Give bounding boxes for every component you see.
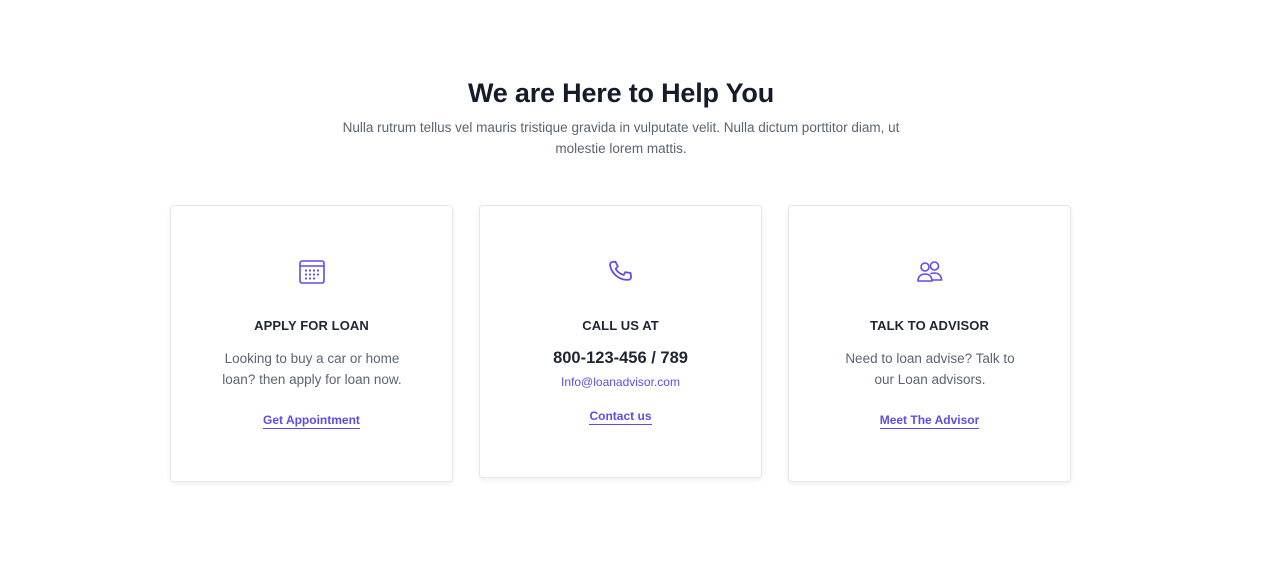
users-icon xyxy=(915,257,945,287)
card-description: Need to loan advise? Talk to our Loan ad… xyxy=(845,351,1015,387)
meet-the-advisor-link[interactable]: Meet The Advisor xyxy=(879,413,980,429)
phone-icon xyxy=(606,257,636,287)
calendar-icon xyxy=(297,257,327,287)
card-talk-to-advisor: TALK TO ADVISOR Need to loan advise? Tal… xyxy=(788,205,1071,482)
section-heading: We are Here to Help You xyxy=(468,78,774,108)
help-section: We are Here to Help You Nulla rutrum tel… xyxy=(0,0,1280,563)
email-address[interactable]: Info@loanadvisor.com xyxy=(480,375,761,389)
card-title: APPLY FOR LOAN xyxy=(254,318,369,333)
card-description: Looking to buy a car or home loan? then … xyxy=(222,351,402,387)
card-apply-for-loan: APPLY FOR LOAN Looking to buy a car or h… xyxy=(170,205,453,482)
card-call-us: CALL US AT 800-123-456 / 789 Info@loanad… xyxy=(479,205,762,478)
section-subtitle: Nulla rutrum tellus vel mauris tristique… xyxy=(342,120,900,156)
card-title: TALK TO ADVISOR xyxy=(870,318,989,333)
contact-us-link[interactable]: Contact us xyxy=(589,409,652,425)
card-title: CALL US AT xyxy=(582,318,659,333)
get-appointment-link[interactable]: Get Appointment xyxy=(263,413,360,429)
phone-number[interactable]: 800-123-456 / 789 xyxy=(480,349,761,368)
